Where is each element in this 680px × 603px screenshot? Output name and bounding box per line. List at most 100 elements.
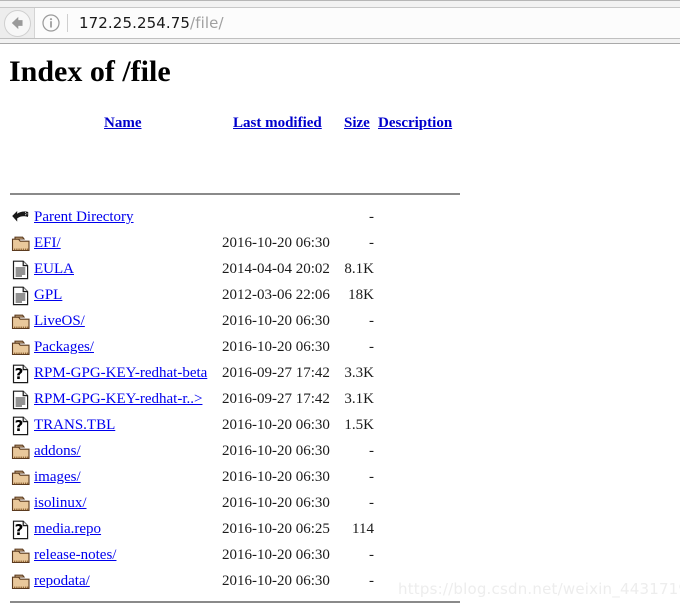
size-cell: - <box>369 209 374 225</box>
table-row: isolinux/2016-10-20 06:30 - <box>0 490 470 516</box>
file-name-cell: EFI/ <box>34 230 61 256</box>
folder-icon <box>11 338 31 358</box>
folder-icon <box>11 468 31 488</box>
last-modified-cell: 2016-10-20 06:30 <box>222 547 330 563</box>
file-name-cell: LiveOS/ <box>34 308 85 334</box>
file-name-cell: media.repo <box>34 516 101 542</box>
directory-listing: Name Last modified Size Description <box>0 110 470 136</box>
file-name-cell: isolinux/ <box>34 490 87 516</box>
column-header-name[interactable]: Name <box>104 110 142 136</box>
last-modified-cell: 2016-10-20 06:30 <box>222 313 330 329</box>
text-document-icon <box>11 390 31 410</box>
file-name-cell: Packages/ <box>34 334 94 360</box>
file-link[interactable]: isolinux/ <box>34 495 87 511</box>
size-cell: - <box>369 313 374 329</box>
folder-icon <box>11 572 31 592</box>
table-header-row: Name Last modified Size Description <box>0 110 470 136</box>
table-row: TRANS.TBL 2016-10-20 06:30 1.5K <box>0 412 470 438</box>
watermark-text: https://blog.csdn.net/weixin_44317199 <box>398 580 680 598</box>
folder-icon <box>11 442 31 462</box>
last-modified-cell: 2016-10-20 06:30 <box>222 443 330 459</box>
file-link[interactable]: addons/ <box>34 443 81 459</box>
browser-toolbar: 172.25.254.75/file/ <box>0 7 680 39</box>
table-row: EULA 2014-04-04 20:02 8.1K <box>0 256 470 282</box>
table-row: RPM-GPG-KEY-redhat-r..> 2016-09-27 17:42 3… <box>0 386 470 412</box>
file-link[interactable]: Parent Directory <box>34 209 134 225</box>
size-cell: - <box>369 547 374 563</box>
url-path-text: /file/ <box>190 14 224 32</box>
size-cell: - <box>369 573 374 589</box>
size-cell: - <box>369 495 374 511</box>
size-cell: - <box>369 235 374 251</box>
unknown-file-icon <box>11 416 31 436</box>
table-row: GPL 2012-03-06 22:06 18K <box>0 282 470 308</box>
table-row: images/2016-10-20 06:30 - <box>0 464 470 490</box>
text-document-icon <box>11 260 31 280</box>
file-name-cell: RPM-GPG-KEY-redhat-beta <box>34 360 207 386</box>
file-link[interactable]: RPM-GPG-KEY-redhat-beta <box>34 365 207 381</box>
unknown-file-icon <box>11 520 31 540</box>
size-cell: 3.1K <box>344 391 374 407</box>
url-host-text: 172.25.254.75 <box>79 14 191 32</box>
size-cell: - <box>369 469 374 485</box>
size-cell: 1.5K <box>344 417 374 433</box>
size-cell: 18K <box>348 287 374 303</box>
size-cell: 8.1K <box>344 261 374 277</box>
table-row: LiveOS/2016-10-20 06:30 - <box>0 308 470 334</box>
size-cell: - <box>369 339 374 355</box>
table-row: media.repo 2016-10-20 06:25 114 <box>0 516 470 542</box>
file-link[interactable]: TRANS.TBL <box>34 417 115 433</box>
file-name-cell: Parent Directory <box>34 204 134 230</box>
browser-chrome: 172.25.254.75/file/ <box>0 0 680 44</box>
file-link[interactable]: LiveOS/ <box>34 313 85 329</box>
file-link[interactable]: EULA <box>34 261 74 277</box>
last-modified-cell: 2012-03-06 22:06 <box>222 287 330 303</box>
file-link[interactable]: GPL <box>34 287 62 303</box>
back-button[interactable] <box>0 8 35 38</box>
folder-icon <box>11 234 31 254</box>
size-cell: 114 <box>352 521 374 537</box>
last-modified-cell: 2016-10-20 06:25 <box>222 521 330 537</box>
file-name-cell: images/ <box>34 464 81 490</box>
file-name-cell: EULA <box>34 256 74 282</box>
folder-icon <box>11 312 31 332</box>
file-link[interactable]: release-notes/ <box>34 547 116 563</box>
file-link[interactable]: repodata/ <box>34 573 90 589</box>
file-link[interactable]: EFI/ <box>34 235 61 251</box>
file-link[interactable]: RPM-GPG-KEY-redhat-r..> <box>34 391 202 407</box>
site-identity-button[interactable] <box>35 8 67 38</box>
column-header-last-modified[interactable]: Last modified <box>233 110 322 136</box>
last-modified-cell: 2014-04-04 20:02 <box>222 261 330 277</box>
size-cell: - <box>369 443 374 459</box>
back-arrow-icon[interactable] <box>3 9 31 37</box>
back-arrow-icon <box>11 208 31 228</box>
sort-by-description-link[interactable]: Description <box>378 115 452 131</box>
unknown-file-icon <box>11 364 31 384</box>
size-cell: 3.3K <box>344 365 374 381</box>
sort-by-name-link[interactable]: Name <box>104 115 142 131</box>
table-row: RPM-GPG-KEY-redhat-beta 2016-09-27 17:42 3… <box>0 360 470 386</box>
directory-index-page: Index of /file Name Last modified Size D… <box>0 44 680 603</box>
folder-icon <box>11 494 31 514</box>
column-header-size[interactable]: Size <box>344 110 370 136</box>
last-modified-cell: 2016-10-20 06:30 <box>222 417 330 433</box>
file-link[interactable]: media.repo <box>34 521 101 537</box>
last-modified-cell: 2016-10-20 06:30 <box>222 235 330 251</box>
file-name-cell: TRANS.TBL <box>34 412 115 438</box>
sort-by-date-link[interactable]: Last modified <box>233 115 322 131</box>
file-name-cell: GPL <box>34 282 62 308</box>
last-modified-cell: 2016-10-20 06:30 <box>222 469 330 485</box>
sort-by-size-link[interactable]: Size <box>344 115 370 131</box>
table-row: addons/2016-10-20 06:30 - <box>0 438 470 464</box>
info-circle-icon[interactable] <box>41 13 61 33</box>
file-link[interactable]: images/ <box>34 469 81 485</box>
table-row: Parent Directory - <box>0 204 470 230</box>
last-modified-cell: 2016-10-20 06:30 <box>222 573 330 589</box>
file-link[interactable]: Packages/ <box>34 339 94 355</box>
last-modified-cell: 2016-10-20 06:30 <box>222 339 330 355</box>
file-name-cell: release-notes/ <box>34 542 116 568</box>
table-row: release-notes/2016-10-20 06:30 - <box>0 542 470 568</box>
url-input[interactable]: 172.25.254.75/file/ <box>68 8 680 38</box>
column-header-description[interactable]: Description <box>378 110 452 136</box>
file-rows-container: Parent Directory - EFI/2016-10-20 06:30 - EU… <box>0 204 470 594</box>
